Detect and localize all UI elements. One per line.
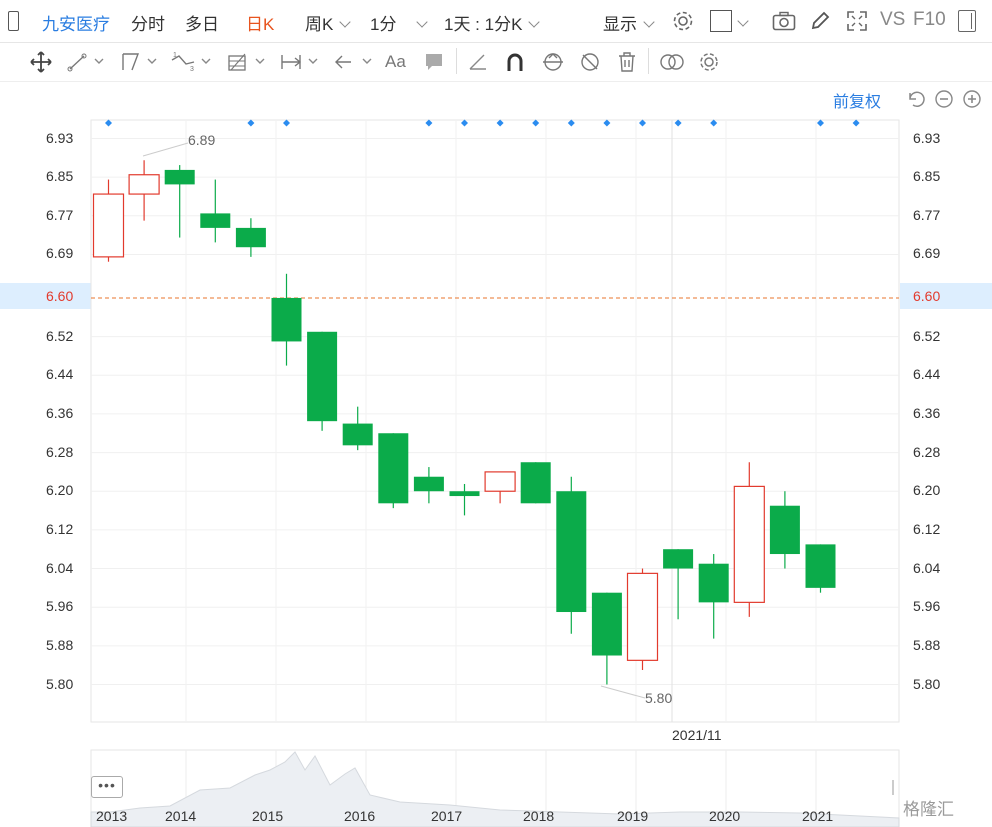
event-marker	[852, 119, 860, 127]
y-axis-label-left: 6.77	[46, 206, 74, 223]
event-marker	[567, 119, 575, 127]
x-axis-year-label: 2020	[709, 808, 741, 824]
candle-body-down	[698, 563, 729, 603]
candle-body-down	[164, 169, 195, 185]
plot-frame	[90, 119, 900, 723]
current-price-label-left: 6.60	[46, 288, 74, 304]
y-axis-label-right: 6.52	[913, 327, 941, 344]
y-axis-label-right: 5.96	[913, 598, 941, 615]
y-axis-label-right: 6.20	[913, 482, 941, 499]
event-marker	[105, 119, 112, 127]
y-axis-label-right: 6.12	[913, 520, 941, 537]
candle-body-down	[271, 297, 302, 342]
event-marker	[639, 119, 646, 127]
candle-body-up	[92, 193, 125, 258]
event-marker	[674, 119, 682, 127]
current-price-label-right: 6.60	[913, 288, 941, 304]
candle-body-down	[663, 549, 694, 569]
event-marker	[461, 119, 468, 127]
event-marker	[247, 119, 255, 127]
candle-body-down	[342, 423, 373, 446]
candle-body-down	[413, 476, 444, 492]
max-pointer	[142, 142, 189, 157]
candle-body-down	[200, 213, 231, 228]
y-axis-label-left: 6.93	[46, 129, 74, 146]
y-axis-label-right: 6.93	[913, 129, 941, 146]
candle-body-up	[128, 174, 160, 195]
x-axis-year-label: 2015	[252, 808, 284, 824]
watermark-logo: 格隆汇	[903, 800, 954, 819]
y-axis-label-left: 5.88	[46, 636, 74, 653]
x-axis-year-label: 2018	[523, 808, 555, 824]
min-pointer	[600, 685, 646, 699]
y-axis-label-left: 6.04	[46, 559, 74, 576]
y-axis-label-right: 5.88	[913, 636, 941, 653]
x-axis-year-label: 2013	[96, 808, 128, 824]
navigator-area	[90, 751, 900, 827]
candle-body-down	[235, 227, 266, 248]
candle-body-up	[733, 485, 765, 603]
y-axis-label-left: 6.28	[46, 443, 74, 460]
min-price-label: 5.80	[645, 690, 673, 706]
event-marker	[496, 119, 504, 127]
candle-body-down	[378, 433, 409, 504]
y-axis-label-left: 6.69	[46, 245, 74, 262]
event-marker	[283, 119, 290, 127]
candle-body-down	[307, 331, 338, 422]
candle-body-down	[556, 491, 587, 613]
candle-body-down	[769, 505, 800, 555]
y-axis-label-right: 6.04	[913, 559, 941, 576]
y-axis-label-left: 6.20	[46, 482, 74, 499]
y-axis-label-right: 5.80	[913, 675, 941, 692]
max-price-label: 6.89	[188, 132, 216, 148]
y-axis-label-right: 6.28	[913, 443, 941, 460]
y-axis-label-right: 6.85	[913, 168, 941, 185]
candle-body-down	[805, 544, 836, 588]
event-marker	[710, 119, 718, 127]
y-axis-label-left: 6.52	[46, 327, 74, 344]
y-axis-label-left: 6.44	[46, 366, 74, 383]
candle-body-down	[591, 592, 622, 656]
event-marker	[425, 119, 433, 127]
more-options-button[interactable]: •••	[91, 776, 123, 798]
event-marker	[532, 119, 540, 127]
y-axis-label-right: 6.77	[913, 206, 941, 223]
y-axis-label-left: 5.96	[46, 598, 74, 615]
x-axis-year-label: 2017	[431, 808, 463, 824]
y-axis-label-right: 6.69	[913, 245, 941, 262]
y-axis-label-left: 6.12	[46, 520, 74, 537]
y-axis-label-left: 6.36	[46, 404, 74, 421]
x-axis-year-label: 2014	[165, 808, 197, 824]
crosshair-date-label: 2021/11	[672, 727, 722, 743]
event-marker	[603, 119, 611, 127]
candle-body-up	[484, 471, 516, 492]
event-marker	[817, 119, 824, 127]
x-axis-year-label: 2021	[802, 808, 834, 824]
candle-body-up	[626, 572, 659, 661]
x-axis-year-label: 2016	[344, 808, 376, 824]
y-axis-label-right: 6.44	[913, 366, 941, 383]
x-axis-year-label: 2019	[617, 808, 649, 824]
y-axis-label-right: 6.36	[913, 404, 941, 421]
y-axis-label-left: 5.80	[46, 675, 74, 692]
candle-body-down	[449, 491, 480, 497]
candle-body-down	[520, 462, 551, 504]
kline-chart[interactable]	[0, 0, 992, 827]
y-axis-label-left: 6.85	[46, 168, 74, 185]
